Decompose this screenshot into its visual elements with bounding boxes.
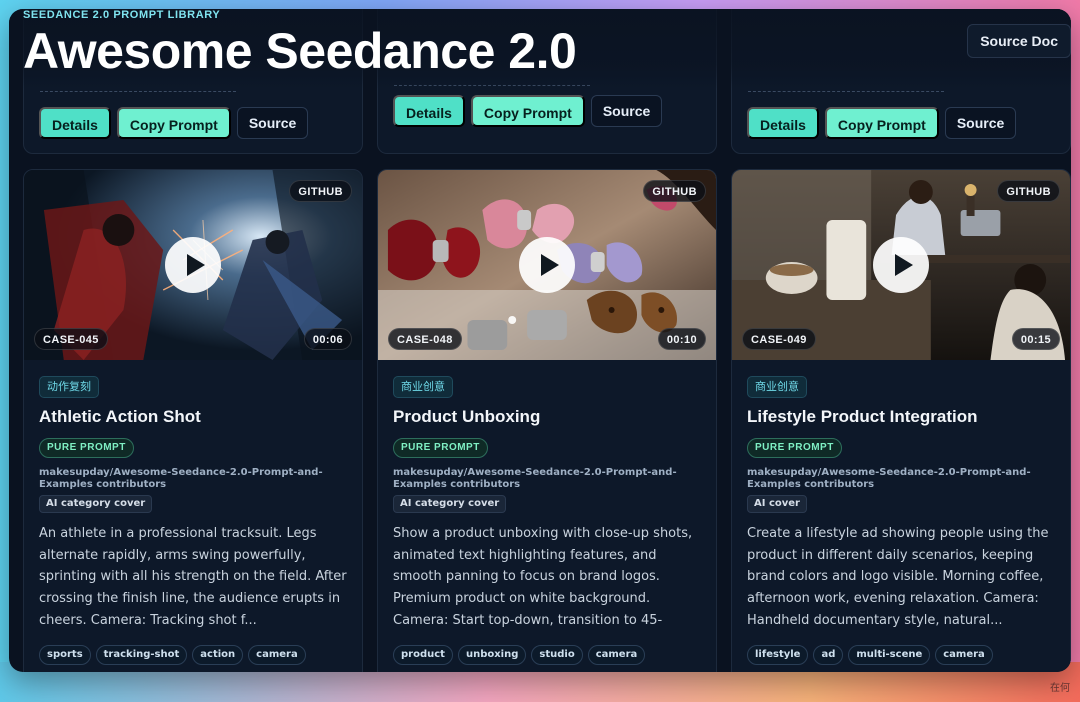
card-body: 商业创意 Lifestyle Product Integration PURE … <box>732 360 1070 665</box>
divider <box>40 91 236 92</box>
tag[interactable]: action <box>192 645 244 665</box>
source-button[interactable]: Source <box>944 107 1017 139</box>
prompt-card-case-048: GITHUB CASE-048 00:10 商业创意 Product Unbox… <box>377 169 717 672</box>
app-window: Details Copy Prompt Source Details Copy … <box>9 9 1071 672</box>
details-button[interactable]: Details <box>393 95 465 127</box>
tag[interactable]: sports <box>39 645 91 665</box>
play-icon[interactable] <box>519 237 575 293</box>
tag[interactable]: tracking-shot <box>95 645 188 665</box>
tag-list: product unboxing studio camera <box>393 645 701 665</box>
copy-prompt-button[interactable]: Copy Prompt <box>116 107 231 139</box>
divider <box>394 85 590 86</box>
source-badge: GITHUB <box>643 180 706 202</box>
card-body: 动作复刻 Athletic Action Shot PURE PROMPT ma… <box>24 360 362 665</box>
details-button[interactable]: Details <box>747 107 819 139</box>
details-button[interactable]: Details <box>39 107 111 139</box>
top-card-2-actions: Details Copy Prompt Source <box>393 95 663 127</box>
tag[interactable]: multi-scene <box>848 645 931 665</box>
play-icon[interactable] <box>165 237 221 293</box>
card-title: Athletic Action Shot <box>39 407 201 426</box>
duration-badge: 00:15 <box>1011 328 1060 350</box>
pure-prompt-badge: PURE PROMPT <box>747 438 842 458</box>
prompt-description: Show a product unboxing with close-up sh… <box>393 526 693 628</box>
repo-attribution: makesupday/Awesome-Seedance-2.0-Prompt-a… <box>393 467 677 490</box>
tag-list: lifestyle ad multi-scene camera <box>747 645 1055 665</box>
top-card-3-actions: Details Copy Prompt Source <box>747 107 1017 139</box>
top-card-1-actions: Details Copy Prompt Source <box>39 107 309 139</box>
top-card-2: Details Copy Prompt Source <box>377 9 717 154</box>
tag[interactable]: camera <box>248 645 306 665</box>
case-id-badge: CASE-049 <box>742 328 816 350</box>
cover-badge: AI cover <box>747 495 807 513</box>
tag[interactable]: studio <box>531 645 583 665</box>
card-body: 商业创意 Product Unboxing PURE PROMPT makesu… <box>378 360 716 665</box>
video-thumbnail[interactable]: GITHUB CASE-049 00:15 <box>732 170 1070 360</box>
prompt-card-case-045: GITHUB CASE-045 00:06 动作复刻 Athletic Acti… <box>23 169 363 672</box>
card-grid: Details Copy Prompt Source Details Copy … <box>23 9 1071 672</box>
case-id-badge: CASE-045 <box>34 328 108 350</box>
source-badge: GITHUB <box>997 180 1060 202</box>
case-id-badge: CASE-048 <box>388 328 462 350</box>
divider <box>748 91 944 92</box>
card-title: Lifestyle Product Integration <box>747 407 978 426</box>
duration-badge: 00:10 <box>657 328 706 350</box>
source-badge: GITHUB <box>289 180 352 202</box>
tag[interactable]: unboxing <box>457 645 527 665</box>
top-card-1: Details Copy Prompt Source <box>23 9 363 154</box>
play-icon[interactable] <box>873 237 929 293</box>
prompt-description: Create a lifestyle ad showing people usi… <box>747 526 1049 628</box>
copy-prompt-button[interactable]: Copy Prompt <box>824 107 939 139</box>
source-doc-button[interactable]: Source Doc <box>967 24 1071 58</box>
repo-attribution: makesupday/Awesome-Seedance-2.0-Prompt-a… <box>747 467 1031 490</box>
tag[interactable]: lifestyle <box>747 645 809 665</box>
pure-prompt-badge: PURE PROMPT <box>393 438 488 458</box>
tag[interactable]: product <box>393 645 453 665</box>
video-thumbnail[interactable]: GITHUB CASE-048 00:10 <box>378 170 716 360</box>
cover-badge: AI category cover <box>39 495 153 513</box>
watermark: 在何 <box>1050 683 1070 694</box>
video-thumbnail[interactable]: GITHUB CASE-045 00:06 <box>24 170 362 360</box>
repo-attribution: makesupday/Awesome-Seedance-2.0-Prompt-a… <box>39 467 323 490</box>
category-badge: 商业创意 <box>747 376 807 398</box>
category-badge: 动作复刻 <box>39 376 99 398</box>
tag[interactable]: camera <box>587 645 646 665</box>
card-title: Product Unboxing <box>393 407 541 426</box>
copy-prompt-button[interactable]: Copy Prompt <box>470 95 585 127</box>
source-button[interactable]: Source <box>590 95 663 127</box>
tag-list: sports tracking-shot action camera <box>39 645 347 665</box>
pure-prompt-badge: PURE PROMPT <box>39 438 134 458</box>
duration-badge: 00:06 <box>303 328 352 350</box>
tag[interactable]: ad <box>813 645 844 665</box>
category-badge: 商业创意 <box>393 376 453 398</box>
cover-badge: AI category cover <box>393 495 507 513</box>
source-button[interactable]: Source <box>236 107 309 139</box>
prompt-description: An athlete in a professional tracksuit. … <box>39 526 347 628</box>
tag[interactable]: camera <box>935 645 993 665</box>
prompt-card-case-049: GITHUB CASE-049 00:15 商业创意 Lifestyle Pro… <box>731 169 1071 672</box>
